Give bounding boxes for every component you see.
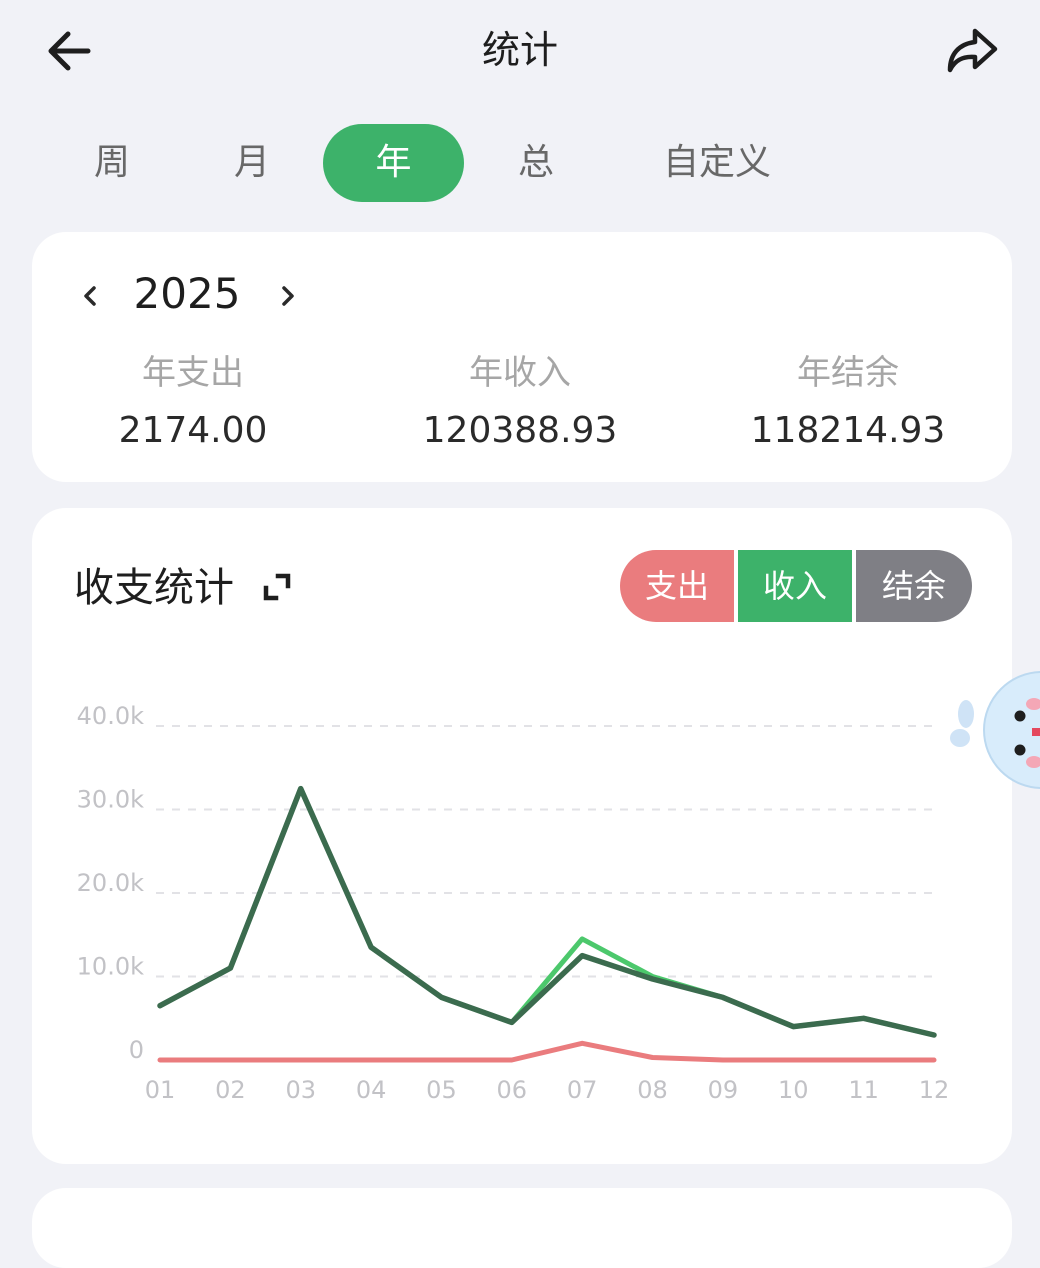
- x-tick-label: 02: [215, 1076, 246, 1104]
- expense-value: 2174.00: [118, 410, 268, 451]
- balance-value: 118214.93: [750, 410, 946, 451]
- x-tick-label: 01: [145, 1076, 176, 1104]
- x-tick-label: 06: [497, 1076, 528, 1104]
- chart-card: 收支统计 支出 收入 结余 0 10.0k 20.0k 30.0k 40.0k 01 02 0…: [32, 508, 1012, 1164]
- income-summary: 年收入 120388.93: [355, 350, 685, 456]
- x-tick-label: 07: [567, 1076, 598, 1104]
- y-tick-label: 20.0k: [77, 869, 144, 897]
- chevron-left-icon: [84, 286, 96, 306]
- balance-label: 年结余: [797, 353, 899, 393]
- top-bar: 统计: [0, 0, 1040, 100]
- series-line: [157, 1040, 937, 1063]
- next-year-button[interactable]: [268, 276, 308, 316]
- tab-total[interactable]: 总: [490, 124, 582, 202]
- tab-year[interactable]: 年: [323, 124, 464, 202]
- series-line: [157, 786, 937, 1038]
- y-tick-label: 10.0k: [77, 953, 144, 981]
- x-tick-label: 10: [778, 1076, 809, 1104]
- summary-card: 2025 年支出 2174.00 年收入 120388.93 年结余 11821…: [32, 232, 1012, 482]
- line-chart: 0 10.0k 20.0k 30.0k 40.0k 01 02 03 04 05 06 07 08 09 1…: [77, 702, 950, 1104]
- series-line: [157, 785, 937, 1038]
- tab-custom[interactable]: 自定义: [640, 124, 794, 202]
- x-tick-label: 09: [708, 1076, 739, 1104]
- page-title: 统计: [481, 28, 558, 72]
- period-tabs: 周 月 年 总 自定义: [0, 124, 1040, 202]
- expense-label: 年支出: [142, 353, 244, 393]
- share-button[interactable]: [935, 20, 1009, 82]
- mascot-icon[interactable]: [946, 664, 1040, 794]
- prev-year-button[interactable]: [70, 276, 110, 316]
- x-tick-label: 11: [848, 1076, 879, 1104]
- tab-month[interactable]: 月: [206, 124, 298, 202]
- x-tick-label: 12: [919, 1076, 950, 1104]
- balance-summary: 年结余 118214.93: [683, 350, 1013, 456]
- mascot-icon: [950, 671, 1040, 789]
- expense-summary: 年支出 2174.00: [28, 350, 358, 456]
- y-tick-label: 30.0k: [77, 786, 144, 814]
- y-tick-label: 0: [129, 1036, 144, 1064]
- chevron-right-icon: [282, 286, 294, 306]
- income-value: 120388.93: [422, 410, 618, 451]
- tab-week[interactable]: 周: [66, 124, 158, 202]
- x-tick-label: 08: [637, 1076, 668, 1104]
- x-tick-label: 05: [426, 1076, 457, 1104]
- y-tick-label: 40.0k: [77, 702, 144, 730]
- share-icon: [947, 28, 998, 73]
- x-tick-label: 04: [356, 1076, 387, 1104]
- income-label: 年收入: [469, 353, 571, 393]
- next-card: [32, 1188, 1012, 1268]
- x-tick-label: 03: [285, 1076, 316, 1104]
- year-value: 2025: [133, 269, 241, 318]
